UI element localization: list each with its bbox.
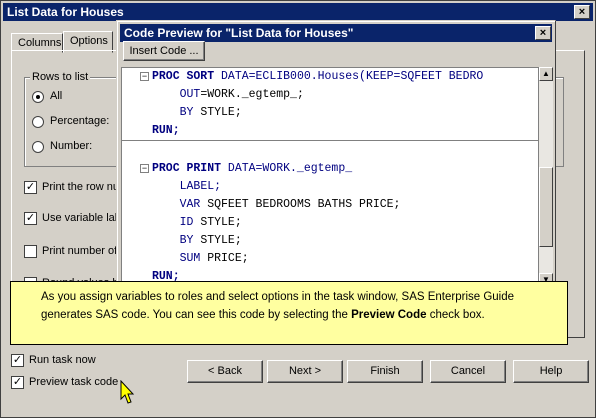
collapse-icon[interactable]: − <box>140 72 149 81</box>
mouse-cursor-icon <box>120 380 135 404</box>
code-preview-window: Code Preview for "List Data for Houses" … <box>116 20 556 290</box>
back-button[interactable]: < Back <box>187 360 263 383</box>
checkbox-use-variable-labels[interactable]: ✓ <box>24 212 37 225</box>
checkbox-run-task-now[interactable]: ✓ <box>11 354 24 367</box>
scroll-up-icon[interactable]: ▲ <box>539 67 553 81</box>
code-line: SUM PRICE; <box>179 252 249 265</box>
insert-code-button[interactable]: Insert Code ... <box>123 41 205 61</box>
radio-all-label: All <box>50 90 63 102</box>
next-button[interactable]: Next > <box>267 360 343 383</box>
code-line: BY STYLE; <box>179 234 242 247</box>
checkbox-print-row-numbers[interactable]: ✓ <box>24 181 37 194</box>
checkbox-print-row-numbers-label: Print the row nu <box>42 181 120 193</box>
code-line: BY STYLE; <box>179 106 242 119</box>
code-preview-title: Code Preview for "List Data for Houses" <box>124 26 354 40</box>
help-button[interactable]: Help <box>513 360 589 383</box>
checkbox-print-number-rows-label: Print number of r <box>42 245 124 257</box>
preview-task-code-label: Preview task code <box>29 376 119 388</box>
finish-button[interactable]: Finish <box>347 360 423 383</box>
code-line: ID STYLE; <box>179 216 242 229</box>
code-line: PROC PRINT DATA=WORK._egtemp_ <box>152 162 353 175</box>
scroll-thumb[interactable] <box>539 167 553 247</box>
callout-text-end: check box. <box>426 309 485 321</box>
radio-number[interactable] <box>32 141 44 153</box>
radio-percentage[interactable] <box>32 116 44 128</box>
checkbox-preview-task-code[interactable]: ✓ <box>11 376 24 389</box>
code-preview-titlebar: Code Preview for "List Data for Houses" <box>120 24 552 42</box>
code-line: LABEL; <box>179 180 222 193</box>
checkbox-print-number-rows[interactable] <box>24 245 37 258</box>
code-line: OUT=WORK._egtemp_; <box>179 88 304 101</box>
code-preview-close-icon[interactable]: × <box>535 26 551 40</box>
radio-percentage-label: Percentage: <box>50 115 110 127</box>
checkbox-use-variable-labels-label: Use variable lab <box>42 212 121 224</box>
window-titlebar: List Data for Houses <box>3 3 593 21</box>
code-line: PROC SORT DATA=ECLIB000.Houses(KEEP=SQFE… <box>152 70 484 83</box>
code-scrollbar[interactable]: ▲ ▼ <box>539 67 553 287</box>
radio-number-label: Number: <box>50 140 93 152</box>
rows-to-list-label: Rows to list <box>30 71 91 83</box>
tip-callout: As you assign variables to roles and sel… <box>10 281 568 345</box>
code-line: VAR SQFEET BEDROOMS BATHS PRICE; <box>179 198 401 211</box>
code-line: RUN; <box>152 124 180 137</box>
callout-bold-text: Preview Code <box>351 309 427 321</box>
run-task-now-label: Run task now <box>29 354 96 366</box>
window-close-icon[interactable]: × <box>574 5 590 19</box>
code-separator <box>122 140 538 141</box>
collapse-icon[interactable]: − <box>140 164 149 173</box>
code-editor[interactable]: − PROC SORT DATA=ECLIB000.Houses(KEEP=SQ… <box>121 67 539 287</box>
window-title: List Data for Houses <box>7 5 124 19</box>
radio-all[interactable] <box>32 91 44 103</box>
cancel-button[interactable]: Cancel <box>430 360 506 383</box>
